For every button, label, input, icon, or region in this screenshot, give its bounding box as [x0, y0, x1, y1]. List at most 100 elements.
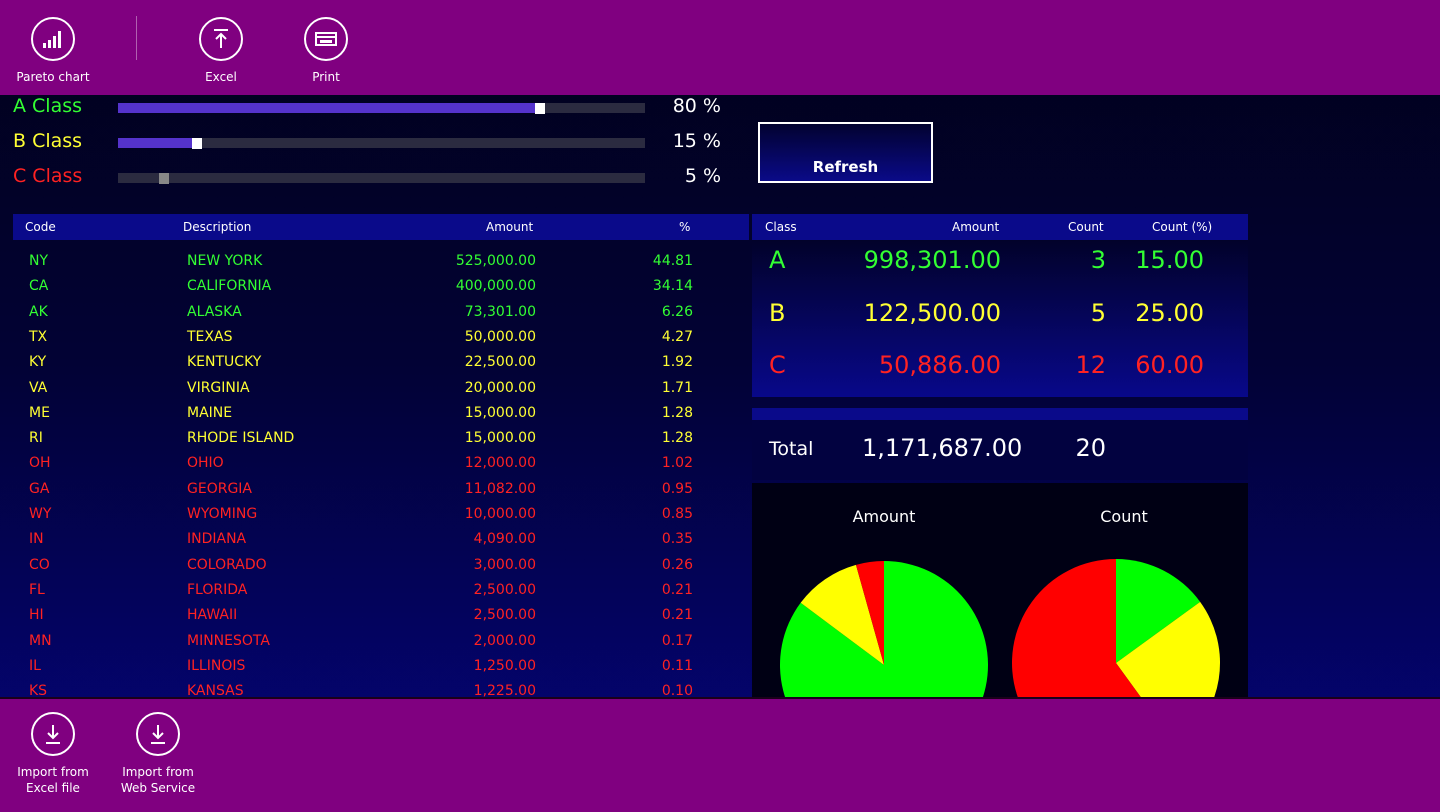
table-row[interactable]: RI RHODE ISLAND 15,000.00 1.28 [13, 426, 749, 451]
row-percent: 0.21 [661, 607, 693, 624]
pareto-chart-button[interactable]: Pareto chart [0, 17, 108, 85]
row-code: CO [29, 556, 50, 573]
summary-row-a: A 998,301.00 3 15.00 [752, 245, 1248, 295]
print-label: Print [312, 70, 340, 84]
row-code: ME [29, 404, 50, 421]
row-amount: 20,000.00 [464, 379, 536, 396]
row-description: NEW YORK [187, 253, 263, 269]
row-percent: 1.02 [661, 455, 693, 472]
table-row[interactable]: KS KANSAS 1,225.00 0.10 [13, 679, 749, 697]
header-percent[interactable]: % [679, 214, 690, 240]
table-row[interactable]: WY WYOMING 10,000.00 0.85 [13, 502, 749, 527]
table-row[interactable]: NY NEW YORK 525,000.00 44.81 [13, 249, 749, 274]
table-row[interactable]: IL ILLINOIS 1,250.00 0.11 [13, 654, 749, 679]
refresh-label: Refresh [812, 158, 879, 176]
row-amount: 15,000.00 [464, 404, 536, 421]
table-row[interactable]: AK ALASKA 73,301.00 6.26 [13, 300, 749, 325]
slider-thumb[interactable] [159, 173, 169, 184]
summary-count-pct: 15.00 [1135, 246, 1204, 274]
row-percent: 6.26 [661, 303, 693, 320]
excel-button[interactable]: Excel [166, 17, 276, 85]
pie-charts-svg [780, 559, 1221, 697]
row-description: FLORIDA [187, 581, 248, 598]
row-percent: 0.95 [661, 480, 693, 497]
summary-amount: 50,886.00 [878, 351, 1001, 379]
row-percent: 34.14 [652, 278, 693, 295]
import-excel-label-1: Import from [17, 765, 89, 779]
table-row[interactable]: IN INDIANA 4,090.00 0.35 [13, 527, 749, 552]
row-code: NY [29, 253, 49, 269]
table-row[interactable]: ME MAINE 15,000.00 1.28 [13, 401, 749, 426]
class-slider[interactable] [118, 173, 645, 184]
import-ws-label-1: Import from [122, 765, 194, 779]
row-description: ILLINOIS [187, 657, 246, 674]
row-amount: 1,250.00 [473, 657, 536, 674]
class-row-a: A Class 80 % [13, 95, 733, 125]
row-code: TX [29, 328, 48, 345]
row-code: CA [29, 278, 49, 295]
row-description: GEORGIA [187, 480, 252, 497]
row-code: KS [29, 683, 48, 697]
top-app-bar: Pareto chart Excel Print [0, 0, 1440, 95]
pareto-chart-label: Pareto chart [16, 70, 90, 84]
row-amount: 11,082.00 [464, 480, 536, 497]
import-web-service-button[interactable]: Import from Web Service [103, 712, 213, 796]
class-label: C Class [13, 165, 83, 187]
table-row[interactable]: TX TEXAS 50,000.00 4.27 [13, 325, 749, 350]
import-excel-button[interactable]: Import from Excel file [0, 712, 108, 796]
row-percent: 0.85 [661, 506, 693, 522]
bottom-app-bar: Import from Excel file Import from Web S… [0, 697, 1440, 812]
summary-amount: 122,500.00 [863, 298, 1001, 327]
class-percent: 80 % [672, 95, 721, 117]
class-slider[interactable] [118, 103, 645, 114]
row-amount: 12,000.00 [464, 455, 536, 472]
pie-charts-panel: Amount Count [752, 483, 1248, 697]
table-row[interactable]: CA CALIFORNIA 400,000.00 34.14 [13, 274, 749, 299]
summary-count-pct: 60.00 [1135, 351, 1204, 379]
row-description: TEXAS [187, 328, 233, 345]
table-row[interactable]: HI HAWAII 2,500.00 0.21 [13, 603, 749, 628]
print-button[interactable]: Print [271, 17, 381, 85]
summary-amount: 998,301.00 [863, 246, 1001, 274]
row-code: GA [29, 480, 50, 497]
table-row[interactable]: GA GEORGIA 11,082.00 0.95 [13, 477, 749, 502]
table-row[interactable]: VA VIRGINIA 20,000.00 1.71 [13, 376, 749, 401]
summary-count: 3 [1090, 246, 1106, 274]
total-label: Total [769, 438, 814, 460]
detail-grid-body[interactable]: NY NEW YORK 525,000.00 44.81 CA CALIFORNIA 400… [13, 241, 749, 697]
row-percent: 0.17 [661, 632, 693, 649]
download-icon [136, 712, 180, 756]
header-description[interactable]: Description [183, 214, 251, 240]
total-count: 20 [1075, 434, 1106, 462]
table-row[interactable]: OH OHIO 12,000.00 1.02 [13, 451, 749, 476]
detail-grid: Code Description Amount % NY NEW YORK 525,… [13, 214, 749, 697]
total-row: Total 1,171,687.00 20 [752, 420, 1248, 480]
row-description: INDIANA [187, 531, 247, 548]
summary-header: Class Amount Count Count (%) [752, 214, 1248, 240]
detail-grid-header: Code Description Amount % [13, 214, 749, 240]
row-percent: 1.28 [661, 404, 693, 421]
summary-count: 12 [1075, 351, 1106, 379]
row-amount: 50,000.00 [464, 328, 536, 345]
refresh-button[interactable]: Refresh [758, 122, 933, 183]
class-summary-table: Class Amount Count Count (%) A 998,301.00… [752, 214, 1248, 397]
row-description: RHODE ISLAND [187, 430, 295, 447]
summary-count-pct: 25.00 [1135, 298, 1204, 327]
class-slider[interactable] [118, 138, 645, 149]
row-description: OHIO [187, 455, 224, 472]
row-description: VIRGINIA [187, 379, 250, 396]
row-description: WYOMING [187, 506, 258, 522]
table-row[interactable]: FL FLORIDA 2,500.00 0.21 [13, 578, 749, 603]
header-code[interactable]: Code [25, 214, 56, 240]
summary-header-class: Class [765, 220, 797, 234]
table-row[interactable]: KY KENTUCKY 22,500.00 1.92 [13, 350, 749, 375]
class-label: B Class [13, 130, 83, 152]
import-excel-label-2: Excel file [26, 781, 80, 795]
table-row[interactable]: MN MINNESOTA 2,000.00 0.17 [13, 629, 749, 654]
upload-icon [199, 17, 243, 61]
slider-thumb[interactable] [535, 103, 545, 114]
table-row[interactable]: CO COLORADO 3,000.00 0.26 [13, 553, 749, 578]
row-code: KY [29, 354, 47, 371]
header-amount[interactable]: Amount [486, 214, 533, 240]
slider-thumb[interactable] [192, 138, 202, 149]
